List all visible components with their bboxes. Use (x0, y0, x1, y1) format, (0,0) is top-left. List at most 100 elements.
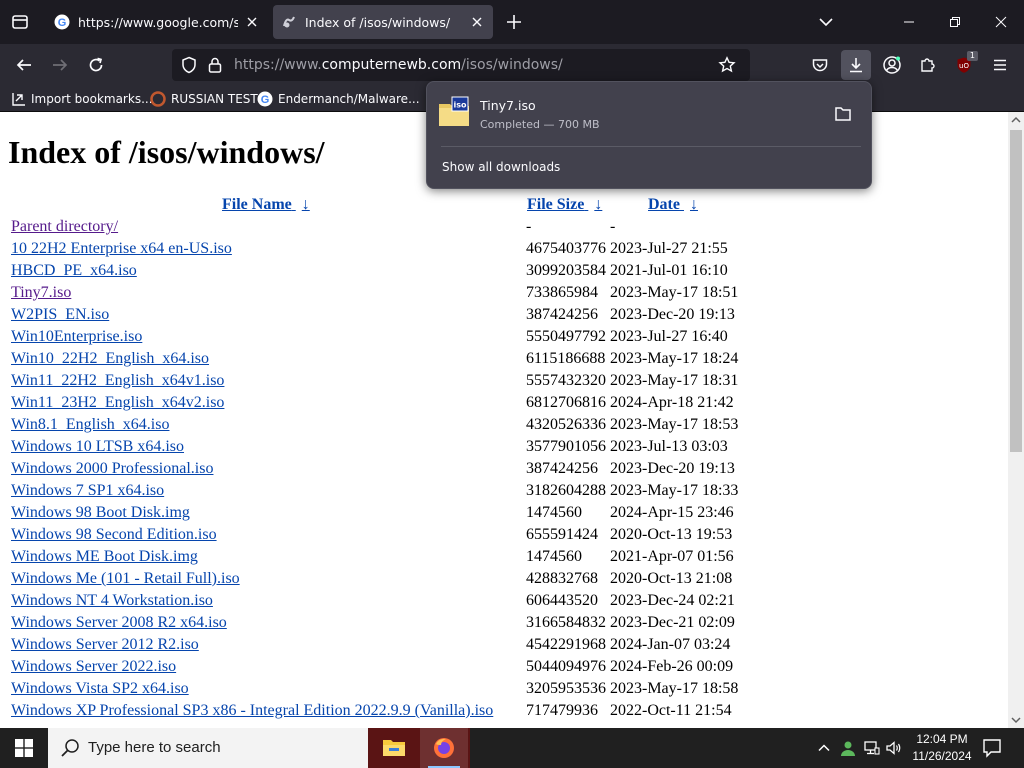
file-link[interactable]: Win11_22H2_English_x64v1.iso (11, 372, 224, 390)
file-date: 2023-Dec-20 19:13 (610, 306, 735, 323)
tab-google-search[interactable]: G https://www.google.com/search?q= (46, 5, 268, 39)
taskbar-clock[interactable]: 12:04 PM 11/26/2024 (902, 731, 982, 765)
file-link[interactable]: Win8.1_English_x64.iso (11, 416, 169, 434)
sort-arrow-icon: ↓ (301, 196, 310, 213)
app-menu-button[interactable] (985, 50, 1015, 80)
file-link[interactable]: Windows XP Professional SP3 x86 - Integr… (11, 702, 493, 720)
scroll-up-arrow-icon[interactable] (1008, 112, 1024, 128)
file-link[interactable]: Parent directory/ (11, 218, 118, 236)
chevron-down-icon (819, 18, 833, 27)
file-link[interactable]: W2PIS_EN.iso (11, 306, 109, 324)
close-tab-icon[interactable] (469, 14, 485, 30)
file-date: 2021-Apr-07 01:56 (610, 548, 734, 565)
scroll-down-arrow-icon[interactable] (1008, 712, 1024, 728)
people-icon (841, 741, 855, 756)
minimize-window-button[interactable] (886, 0, 932, 44)
file-size: 6115186688 (526, 350, 606, 367)
start-button[interactable] (0, 728, 48, 768)
tracking-protection-shield-icon[interactable] (180, 56, 198, 74)
bookmark-favicon-icon (150, 91, 166, 107)
show-all-downloads-button[interactable]: Show all downloads (442, 160, 560, 174)
pocket-button[interactable] (805, 50, 835, 80)
clock-time: 12:04 PM (916, 732, 968, 746)
panel-separator (441, 146, 861, 147)
firefox-view-button[interactable] (6, 8, 34, 36)
url-bar[interactable]: https://www.computernewb.com/isos/window… (172, 49, 750, 81)
file-link[interactable]: Windows 7 SP1 x64.iso (11, 482, 164, 500)
file-link[interactable]: Tiny7.iso (11, 284, 71, 302)
ublock-origin-button[interactable]: uO 1 (949, 50, 979, 80)
sort-by-size-header[interactable]: File Size ↓ (527, 196, 602, 214)
file-link[interactable]: HBCD_PE_x64.iso (11, 262, 137, 280)
file-link[interactable]: Windows 10 LTSB x64.iso (11, 438, 184, 456)
show-hidden-icons-button[interactable] (814, 738, 834, 758)
column-label: File Size (527, 196, 585, 213)
file-link[interactable]: Windows 98 Boot Disk.img (11, 504, 190, 522)
new-tab-button[interactable] (502, 10, 526, 34)
file-size: 6812706816 (526, 394, 606, 411)
plus-icon (507, 15, 521, 29)
page-title: Index of /isos/windows/ (8, 134, 325, 170)
table-row: HBCD_PE_x64.iso 3099203584 2021-Jul-01 16:… (0, 262, 1000, 284)
notifications-icon[interactable] (980, 736, 1004, 760)
table-row: Tiny7.iso 733865984 2023-May-17 18:51 (0, 284, 1000, 306)
file-link[interactable]: Windows Server 2012 R2.iso (11, 636, 199, 654)
file-link[interactable]: Windows NT 4 Workstation.iso (11, 592, 213, 610)
bookmark-star-icon[interactable] (718, 56, 736, 74)
volume-button[interactable] (884, 738, 904, 758)
scrollbar-thumb[interactable] (1010, 130, 1022, 452)
network-button[interactable] (862, 738, 882, 758)
file-link[interactable]: Win11_23H2_English_x64v2.iso (11, 394, 224, 412)
table-row: Windows Vista SP2 x64.iso 3205953536 2023-… (0, 680, 1000, 702)
extensions-button[interactable] (913, 50, 943, 80)
file-link[interactable]: Windows Me (101 - Retail Full).iso (11, 570, 240, 588)
column-label: Date (648, 196, 680, 213)
account-button[interactable] (877, 50, 907, 80)
download-item[interactable]: iso Tiny7.iso Completed — 700 MB (427, 82, 873, 146)
download-icon (850, 58, 862, 73)
reload-button[interactable] (81, 50, 111, 80)
close-tab-icon[interactable] (244, 14, 260, 30)
file-link[interactable]: 10 22H2 Enterprise x64 en-US.iso (11, 240, 232, 258)
network-icon (864, 741, 880, 755)
file-size: 5550497792 (526, 328, 606, 345)
file-date: 2023-Dec-21 02:09 (610, 614, 735, 631)
restore-icon (950, 17, 960, 27)
file-explorer-taskbar-button[interactable] (370, 728, 418, 768)
svg-text:uO: uO (959, 62, 969, 70)
bookmark-russian-test[interactable]: RUSSIAN TEST (150, 90, 258, 108)
file-link[interactable]: Windows Vista SP2 x64.iso (11, 680, 189, 698)
table-row: Windows 2000 Professional.iso 387424256 20… (0, 460, 1000, 482)
taskbar-search-box[interactable]: Type here to search (48, 728, 368, 768)
file-link[interactable]: Win10_22H2_English_x64.iso (11, 350, 209, 368)
sort-by-name-header[interactable]: File Name ↓ (222, 196, 310, 214)
file-link[interactable]: Windows 98 Second Edition.iso (11, 526, 217, 544)
search-icon (61, 739, 79, 757)
page-favicon-icon (283, 16, 295, 28)
forward-button[interactable] (45, 50, 75, 80)
file-date: 2023-May-17 18:33 (610, 482, 739, 499)
file-link[interactable]: Windows Server 2022.iso (11, 658, 176, 676)
back-button[interactable] (9, 50, 39, 80)
url-text[interactable]: https://www.computernewb.com/isos/window… (234, 57, 563, 73)
file-link[interactable]: Windows 2000 Professional.iso (11, 460, 213, 478)
list-all-tabs-button[interactable] (814, 10, 838, 34)
restore-window-button[interactable] (932, 0, 978, 44)
tray-user-icon-button[interactable] (838, 738, 858, 758)
table-row: Windows ME Boot Disk.img 1474560 2021-Apr-… (0, 548, 1000, 570)
tab-index-isos-windows[interactable]: Index of /isos/windows/ (273, 5, 493, 39)
file-size: 655591424 (526, 526, 598, 543)
bookmark-import[interactable]: Import bookmarks... (12, 90, 153, 108)
firefox-taskbar-button[interactable] (420, 728, 468, 768)
table-row: Windows 10 LTSB x64.iso 3577901056 2023-Ju… (0, 438, 1000, 460)
sort-by-date-header[interactable]: Date ↓ (648, 196, 698, 214)
downloads-button[interactable] (841, 50, 871, 80)
file-link[interactable]: Win10Enterprise.iso (11, 328, 142, 346)
show-in-folder-icon[interactable] (831, 104, 855, 124)
file-link[interactable]: Windows ME Boot Disk.img (11, 548, 198, 566)
bookmark-endermanch-malware[interactable]: G Endermanch/Malware... (257, 90, 420, 108)
page-scrollbar[interactable] (1008, 112, 1024, 728)
file-link[interactable]: Windows Server 2008 R2 x64.iso (11, 614, 227, 632)
lock-icon[interactable] (206, 56, 224, 74)
close-window-button[interactable] (978, 0, 1024, 44)
